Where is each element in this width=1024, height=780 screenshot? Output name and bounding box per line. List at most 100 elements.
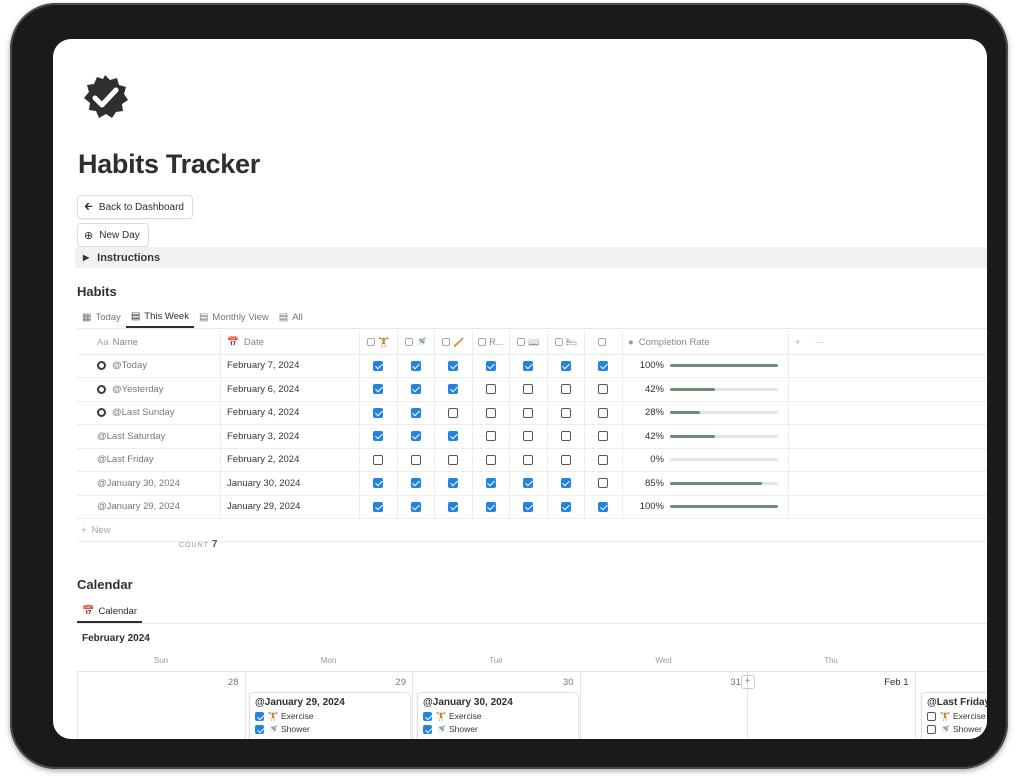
habit-checkbox[interactable] (523, 454, 534, 465)
card-checkbox[interactable] (255, 724, 264, 734)
habit-checkbox[interactable] (560, 454, 571, 465)
habit-checkbox[interactable] (448, 360, 459, 371)
row-name-cell[interactable]: @Last Saturday (77, 425, 221, 447)
habit-checkbox[interactable] (560, 501, 571, 512)
table-row[interactable]: @January 29, 2024 January 29, 2024 100% (77, 495, 987, 519)
tab-monthly-view[interactable]: ▤ Monthly View (194, 306, 274, 328)
habit-checkbox[interactable] (373, 501, 384, 512)
habit-checkbox[interactable] (485, 431, 496, 441)
column-header-date[interactable]: 📅 Date (221, 331, 360, 353)
habit-checkbox[interactable] (523, 407, 534, 418)
row-name-cell[interactable]: @Today (77, 354, 221, 377)
table-row[interactable]: @Yesterday February 6, 2024 42% (77, 378, 987, 402)
row-name-cell[interactable]: @Yesterday (77, 378, 221, 400)
habit-checkbox[interactable] (523, 431, 534, 441)
habit-checkbox[interactable] (598, 501, 609, 512)
habit-checkbox[interactable] (523, 478, 534, 488)
row-name-cell[interactable]: @Last Friday (77, 448, 221, 471)
row-date-cell[interactable]: January 29, 2024 (221, 495, 360, 518)
habit-checkbox[interactable] (598, 407, 609, 418)
habit-checkbox[interactable] (373, 454, 384, 465)
calendar-day[interactable]: Feb 1 (748, 672, 916, 739)
row-name-cell[interactable]: @January 29, 2024 (77, 495, 221, 518)
habit-checkbox[interactable] (410, 407, 421, 418)
habit-checkbox[interactable] (448, 501, 459, 512)
row-name-cell[interactable]: @Last Sunday (77, 401, 221, 424)
habit-checkbox[interactable] (598, 360, 609, 371)
tab-all[interactable]: ▤ All (274, 306, 308, 328)
column-header-habit[interactable]: 🚿 (398, 331, 435, 353)
card-checkbox[interactable] (423, 724, 432, 734)
card-checkbox[interactable] (927, 724, 936, 734)
instructions-toggle[interactable]: ▶ Instructions (75, 247, 987, 268)
habit-checkbox[interactable] (448, 454, 459, 465)
back-to-dashboard-button[interactable]: 🡰 Back to Dashboard (77, 195, 193, 219)
row-date-cell[interactable]: February 6, 2024 (221, 378, 360, 400)
habit-checkbox[interactable] (598, 478, 609, 488)
habit-checkbox[interactable] (560, 360, 571, 371)
column-header-habit[interactable]: 📖 (510, 331, 548, 353)
habit-checkbox[interactable] (448, 478, 459, 488)
habit-checkbox[interactable] (485, 454, 496, 465)
tab-this-week[interactable]: ▤ This Week (125, 306, 194, 328)
habit-checkbox[interactable] (410, 478, 421, 488)
habit-checkbox[interactable] (523, 360, 534, 371)
habit-checkbox[interactable] (560, 431, 571, 441)
habit-checkbox[interactable] (373, 478, 384, 488)
table-row[interactable]: @Last Friday February 2, 2024 0% (77, 448, 987, 472)
habit-checkbox[interactable] (598, 454, 609, 465)
habit-checkbox[interactable] (560, 384, 571, 394)
habit-checkbox[interactable] (598, 431, 609, 441)
row-date-cell[interactable]: February 3, 2024 (221, 425, 360, 447)
calendar-day[interactable]: 28 (78, 672, 246, 739)
calendar-day[interactable]: 31 + (581, 672, 755, 739)
card-checkbox[interactable] (423, 711, 432, 721)
habit-checkbox[interactable] (373, 384, 384, 394)
table-row[interactable]: @Last Sunday February 4, 2024 28% (77, 401, 987, 425)
table-row[interactable]: @Last Saturday February 3, 2024 42% (77, 425, 987, 449)
habit-checkbox[interactable] (485, 360, 496, 371)
habit-checkbox[interactable] (410, 501, 421, 512)
card-checkbox[interactable] (927, 711, 936, 721)
card-checkbox[interactable] (255, 711, 264, 721)
table-row[interactable]: @Today February 7, 2024 100% (77, 354, 987, 378)
habit-checkbox[interactable] (373, 360, 384, 371)
calendar-card[interactable]: @January 30, 2024 🏋 Exercise 🚿 Shower (417, 692, 579, 739)
column-header-habit[interactable]: 🛏 (548, 331, 585, 353)
new-day-button[interactable]: ⊕ New Day (77, 223, 149, 247)
table-row[interactable]: @January 30, 2024 January 30, 2024 85% (77, 472, 987, 496)
habit-checkbox[interactable] (448, 384, 459, 394)
habit-checkbox[interactable] (448, 431, 459, 441)
row-date-cell[interactable]: January 30, 2024 (221, 472, 360, 494)
habit-checkbox[interactable] (485, 384, 496, 394)
habit-checkbox[interactable] (598, 384, 609, 394)
row-date-cell[interactable]: February 7, 2024 (221, 354, 360, 377)
habit-checkbox[interactable] (485, 478, 496, 488)
column-header-habit[interactable] (585, 331, 623, 353)
column-header-habit[interactable]: 🪥 (435, 331, 473, 353)
habit-checkbox[interactable] (373, 407, 384, 418)
column-header-habit[interactable]: 🏋 (360, 331, 398, 353)
row-date-cell[interactable]: February 2, 2024 (221, 448, 360, 471)
column-header-name[interactable]: Aa Name (77, 331, 221, 353)
tab-calendar[interactable]: 📅 Calendar (77, 601, 143, 623)
habit-checkbox[interactable] (560, 407, 571, 418)
row-name-cell[interactable]: @January 30, 2024 (77, 472, 221, 494)
habit-checkbox[interactable] (485, 501, 496, 512)
habit-checkbox[interactable] (373, 431, 384, 441)
add-column-button[interactable]: + ··· (789, 331, 829, 353)
column-header-habit[interactable]: R... (473, 331, 510, 353)
calendar-card[interactable]: @Last Friday 🏋 Exercise 🚿 Shower (921, 692, 987, 739)
row-date-cell[interactable]: February 4, 2024 (221, 401, 360, 424)
habit-checkbox[interactable] (560, 478, 571, 488)
calendar-card[interactable]: @January 29, 2024 🏋 Exercise 🚿 Shower (249, 692, 411, 739)
habit-checkbox[interactable] (410, 384, 421, 394)
habit-checkbox[interactable] (410, 454, 421, 465)
habit-checkbox[interactable] (410, 360, 421, 371)
column-header-completion-rate[interactable]: ● Completion Rate (622, 331, 789, 353)
habit-checkbox[interactable] (448, 407, 459, 418)
habit-checkbox[interactable] (485, 407, 496, 418)
tab-today[interactable]: ▦ Today (77, 306, 126, 328)
habit-checkbox[interactable] (523, 501, 534, 512)
habit-checkbox[interactable] (410, 431, 421, 441)
